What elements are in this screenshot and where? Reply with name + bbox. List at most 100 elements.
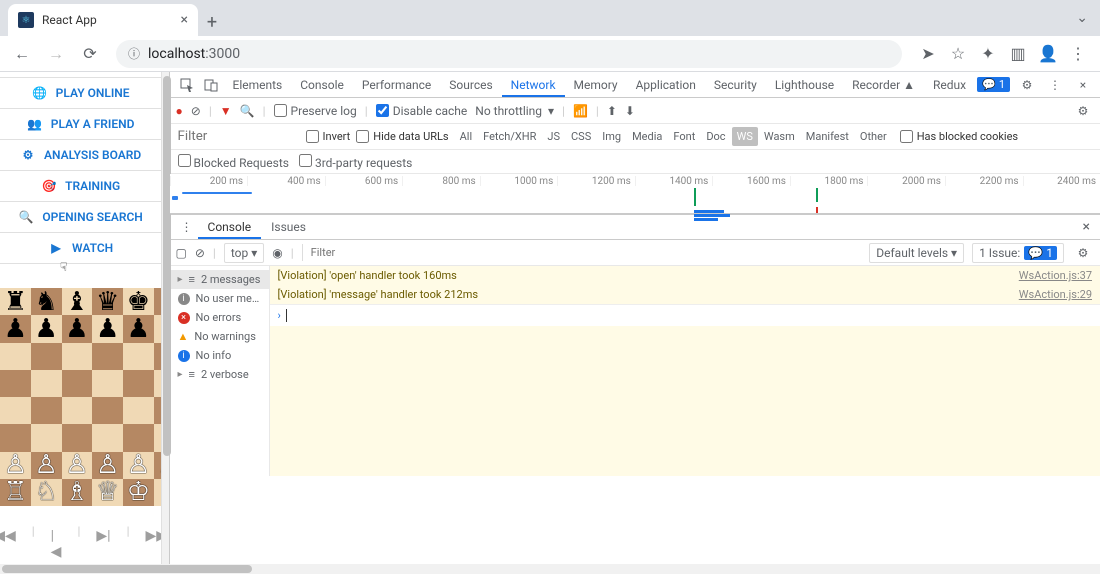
preserve-log-checkbox[interactable]: Preserve log <box>274 104 357 118</box>
filter-type-manifest[interactable]: Manifest <box>801 127 854 146</box>
console-prompt[interactable]: › <box>270 304 1100 326</box>
menu-item-analysis-board[interactable]: ⚙ANALYSIS BOARD <box>0 139 161 171</box>
square[interactable] <box>31 370 62 397</box>
square[interactable] <box>31 424 62 451</box>
extensions-icon[interactable]: ✦ <box>974 40 1002 68</box>
piece-n[interactable]: ♞ <box>34 289 57 315</box>
browser-tab[interactable]: ⚛ React App × <box>8 4 198 36</box>
back-button[interactable]: ← <box>8 40 36 68</box>
inspect-element-icon[interactable] <box>176 78 198 92</box>
console-sidebar-item[interactable]: ▸≡2 verbose <box>170 365 269 384</box>
piece-p[interactable]: ♙ <box>127 452 150 478</box>
piece-p[interactable]: ♙ <box>34 452 57 478</box>
console-sidebar-toggle-icon[interactable]: ▢ <box>176 246 187 260</box>
console-sidebar-item[interactable]: ×No errors <box>170 308 269 327</box>
drawer-tab-console[interactable]: Console <box>198 215 262 239</box>
forward-button[interactable]: → <box>42 40 70 68</box>
sidepanel-icon[interactable]: ▥ <box>1004 40 1032 68</box>
issues-indicator[interactable]: 💬 1 <box>977 77 1010 92</box>
square[interactable]: ♗ <box>62 479 93 506</box>
square[interactable]: ♟ <box>123 315 154 342</box>
filter-type-media[interactable]: Media <box>627 127 667 146</box>
piece-b[interactable]: ♗ <box>65 479 88 505</box>
console-clear-icon[interactable]: ⊘ <box>195 246 205 260</box>
filter-type-ws[interactable]: WS <box>732 127 758 146</box>
square[interactable]: ♟ <box>62 315 93 342</box>
export-har-icon[interactable]: ⬇ <box>625 104 635 118</box>
drawer-menu-icon[interactable]: ⋮ <box>176 220 198 234</box>
filter-type-wasm[interactable]: Wasm <box>759 127 800 146</box>
square[interactable]: ♟ <box>92 315 123 342</box>
square[interactable]: ♝ <box>154 288 162 315</box>
chessboard[interactable]: ♜♞♝♛♚♝♞♜♟♟♟♟♟♟♟♟♙♙♙♙♙♙♙♙♖♘♗♕♔♗♘♖ <box>0 288 162 506</box>
square[interactable]: ♙ <box>0 452 31 479</box>
devtools-tab-lighthouse[interactable]: Lighthouse <box>766 73 843 97</box>
square[interactable]: ♗ <box>154 479 162 506</box>
square[interactable] <box>123 424 154 451</box>
square[interactable] <box>123 370 154 397</box>
piece-p[interactable]: ♟ <box>96 316 119 342</box>
log-source-link[interactable]: WsAction.js:37 <box>1019 269 1092 282</box>
piece-k[interactable]: ♚ <box>127 289 150 315</box>
send-icon[interactable]: ➤ <box>914 40 942 68</box>
site-info-icon[interactable]: ⓘ <box>128 45 140 62</box>
console-log-line[interactable]: [Violation] 'message' handler took 212ms… <box>270 285 1100 304</box>
scroll-thumb[interactable] <box>2 565 252 573</box>
square[interactable]: ♔ <box>123 479 154 506</box>
scroll-thumb[interactable] <box>163 76 171 456</box>
search-icon[interactable]: 🔍 <box>240 104 255 118</box>
square[interactable] <box>0 397 31 424</box>
piece-p[interactable]: ♙ <box>65 452 88 478</box>
playback-prev-button[interactable]: |◀ <box>45 524 68 564</box>
console-sidebar-item[interactable]: iNo user me… <box>170 289 269 308</box>
square[interactable] <box>92 397 123 424</box>
console-context-select[interactable]: top ▾ <box>224 243 264 263</box>
piece-r[interactable]: ♖ <box>4 479 27 505</box>
square[interactable]: ♛ <box>92 288 123 315</box>
piece-b[interactable]: ♝ <box>65 289 88 315</box>
tabs-menu-icon[interactable]: ⌄ <box>1076 10 1088 26</box>
square[interactable] <box>0 424 31 451</box>
square[interactable] <box>31 397 62 424</box>
square[interactable] <box>154 343 162 370</box>
devtools-tab-performance[interactable]: Performance <box>353 73 440 97</box>
blocked-requests-checkbox[interactable]: Blocked Requests <box>178 154 289 170</box>
square[interactable]: ♜ <box>0 288 31 315</box>
square[interactable]: ♙ <box>123 452 154 479</box>
devtools-tab-memory[interactable]: Memory <box>565 73 627 97</box>
filter-type-img[interactable]: Img <box>597 127 626 146</box>
filter-type-all[interactable]: All <box>455 127 478 146</box>
playback-next-button[interactable]: ▶| <box>90 524 116 564</box>
devtools-tab-console[interactable]: Console <box>291 73 353 97</box>
square[interactable]: ♙ <box>62 452 93 479</box>
disable-cache-checkbox[interactable]: Disable cache <box>376 104 468 118</box>
devtools-tab-security[interactable]: Security <box>705 73 766 97</box>
invert-checkbox[interactable]: Invert <box>306 130 351 143</box>
square[interactable] <box>154 424 162 451</box>
devtools-tab-recorder-[interactable]: Recorder ▲ <box>843 73 924 97</box>
live-expression-icon[interactable]: ◉ <box>272 246 282 260</box>
chrome-menu-icon[interactable]: ⋮ <box>1064 40 1092 68</box>
menu-item-training[interactable]: 🎯TRAINING <box>0 170 161 202</box>
devtools-tab-elements[interactable]: Elements <box>224 73 292 97</box>
drawer-tab-issues[interactable]: Issues <box>261 215 316 239</box>
square[interactable] <box>62 370 93 397</box>
console-issues-button[interactable]: 1 Issue: 💬 1 <box>972 243 1064 263</box>
bookmark-icon[interactable]: ☆ <box>944 40 972 68</box>
piece-p[interactable]: ♙ <box>4 452 27 478</box>
playback-first-button[interactable]: ◀◀ <box>0 524 22 564</box>
profile-icon[interactable]: 👤 <box>1034 40 1062 68</box>
console-sidebar-item[interactable]: ▲No warnings <box>170 327 269 346</box>
menu-item-opening-search[interactable]: 🔍OPENING SEARCH <box>0 201 161 233</box>
square[interactable] <box>62 343 93 370</box>
devtools-tab-redux[interactable]: Redux <box>924 73 975 97</box>
third-party-checkbox[interactable]: 3rd-party requests <box>299 154 412 170</box>
devtools-more-icon[interactable]: ⋮ <box>1044 78 1066 92</box>
piece-p[interactable]: ♟ <box>4 316 27 342</box>
piece-n[interactable]: ♘ <box>34 479 57 505</box>
square[interactable] <box>0 343 31 370</box>
horizontal-scrollbar[interactable] <box>0 564 1100 574</box>
devtools-tab-sources[interactable]: Sources <box>440 73 501 97</box>
console-settings-icon[interactable]: ⚙ <box>1072 246 1094 260</box>
console-log-line[interactable]: [Violation] 'open' handler took 160msWsA… <box>270 266 1100 285</box>
